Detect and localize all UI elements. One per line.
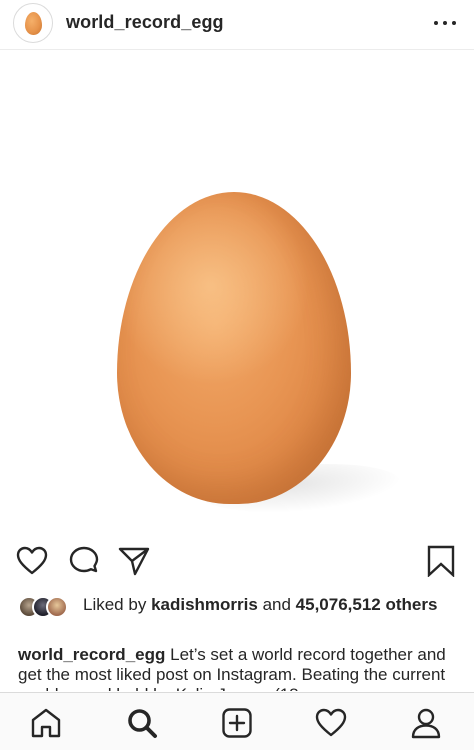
post-username[interactable]: world_record_egg (66, 12, 224, 33)
liker-avatars (18, 596, 78, 618)
avatar[interactable] (13, 3, 53, 43)
search-icon[interactable] (126, 707, 158, 739)
paper-plane-icon[interactable] (118, 545, 150, 577)
post-caption: world_record_egg Let’s set a world recor… (18, 645, 458, 691)
dot (443, 21, 447, 25)
post-header: world_record_egg (0, 0, 474, 50)
activity-heart-icon[interactable] (315, 707, 347, 739)
avatar-egg-image (24, 11, 42, 35)
dot (434, 21, 438, 25)
home-icon[interactable] (30, 707, 62, 739)
comment-icon[interactable] (68, 545, 100, 577)
likes-text: Liked by kadishmorris and 45,076,512 oth… (83, 594, 463, 615)
profile-icon[interactable] (410, 707, 442, 739)
liked-by-username[interactable]: kadishmorris (151, 595, 258, 614)
dot (452, 21, 456, 25)
liker-avatar (46, 596, 68, 618)
caption-username[interactable]: world_record_egg (18, 645, 165, 664)
more-options-icon[interactable] (434, 13, 456, 33)
add-post-icon[interactable] (221, 707, 253, 739)
likes-suffix[interactable]: others (386, 595, 438, 614)
egg-image (117, 192, 351, 504)
heart-icon[interactable] (16, 545, 48, 577)
bookmark-icon[interactable] (426, 545, 456, 577)
post-photo[interactable] (0, 50, 474, 536)
post-actions (0, 540, 474, 582)
likes-prefix: Liked by (83, 595, 147, 614)
bottom-navigation (0, 692, 474, 750)
likes-conjunction: and (262, 595, 291, 614)
likes-count[interactable]: 45,076,512 (296, 595, 381, 614)
